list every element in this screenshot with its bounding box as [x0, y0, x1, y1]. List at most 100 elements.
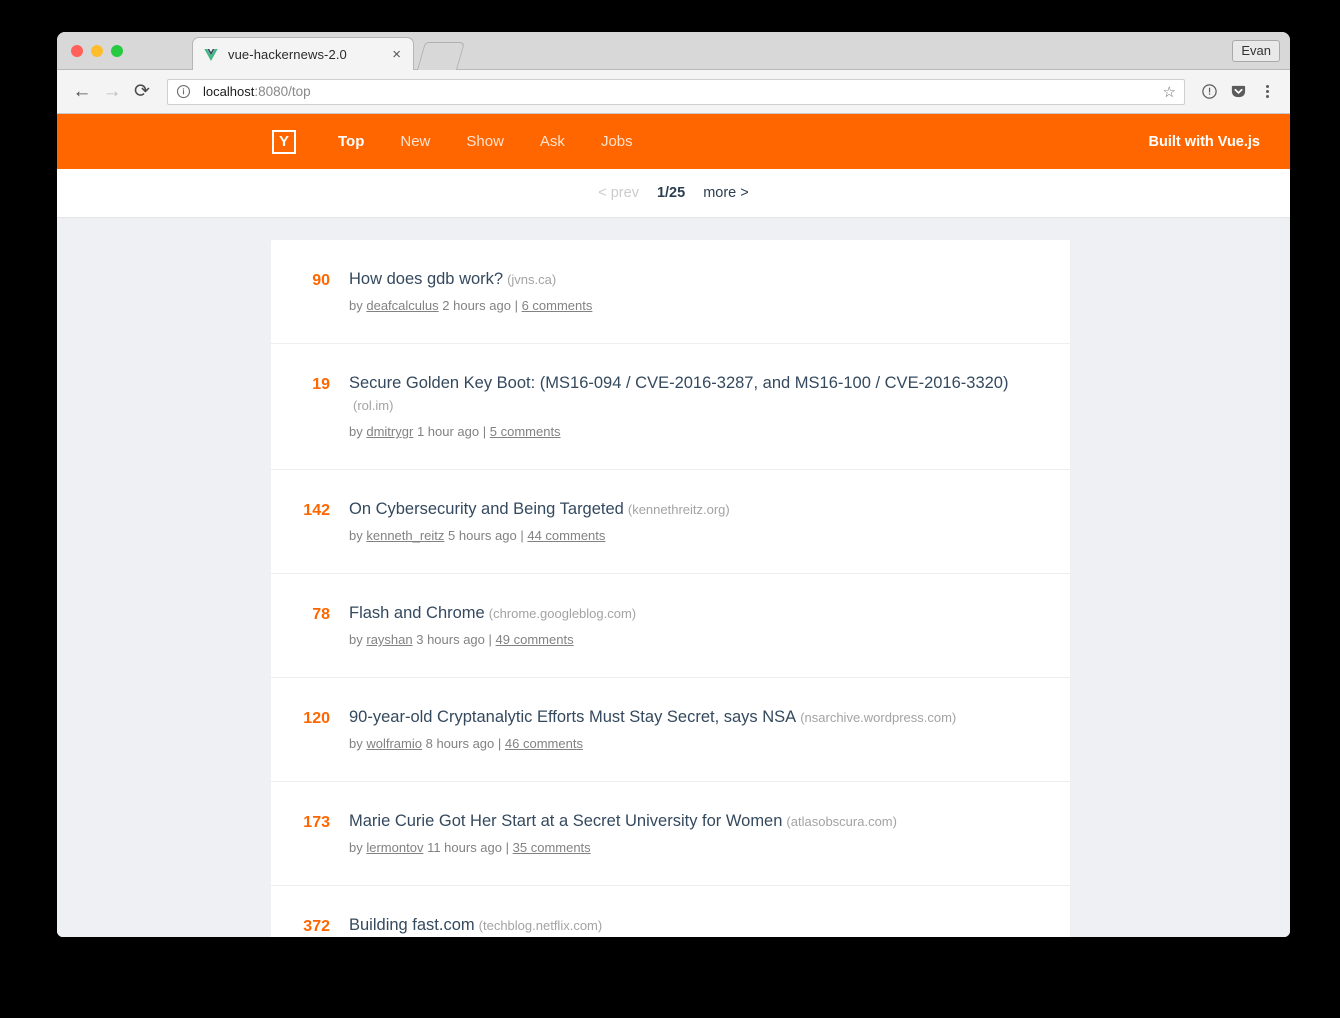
news-item: 372Building fast.com (techblog.netflix.co…	[271, 886, 1070, 937]
site-header: Y Top New Show Ask Jobs Built with Vue.j…	[57, 114, 1290, 169]
news-item-body: Building fast.com(techblog.netflix.com)b…	[349, 914, 1048, 937]
page-viewport: Y Top New Show Ask Jobs Built with Vue.j…	[57, 114, 1290, 937]
news-item-comments-link[interactable]: 35 comments	[513, 840, 591, 855]
address-bar[interactable]: localhost:8080/top ☆	[167, 79, 1185, 105]
news-item-author-link[interactable]: rayshan	[366, 632, 412, 647]
news-item-title-link[interactable]: How does gdb work?	[349, 270, 503, 288]
news-item: 19Secure Golden Key Boot: (MS16-094 / CV…	[271, 344, 1070, 470]
vue-logo-icon	[203, 47, 219, 63]
next-page-link[interactable]: more >	[703, 185, 749, 201]
bookmark-star-icon[interactable]: ☆	[1163, 83, 1176, 101]
news-item-meta-separator: |	[515, 298, 518, 313]
news-item-comments-link[interactable]: 44 comments	[527, 528, 605, 543]
news-item: 12090-year-old Cryptanalytic Efforts Mus…	[271, 678, 1070, 782]
circle-i-icon[interactable]	[1196, 79, 1222, 105]
news-item-host: (jvns.ca)	[507, 272, 556, 287]
news-item-title-row: How does gdb work? (jvns.ca)	[349, 268, 1048, 291]
url-host: localhost	[203, 84, 254, 99]
news-item-time: 5 hours ago	[448, 528, 517, 543]
new-tab-button[interactable]	[417, 42, 465, 70]
back-icon[interactable]: ←	[67, 77, 97, 107]
nav-item-jobs[interactable]: Jobs	[601, 133, 633, 150]
close-window-button[interactable]	[71, 45, 83, 57]
news-item-author-link[interactable]: lermontov	[366, 840, 423, 855]
news-item-meta-separator: |	[520, 528, 523, 543]
maximize-window-button[interactable]	[111, 45, 123, 57]
hn-logo-icon[interactable]: Y	[272, 130, 296, 154]
news-item-by-label: by	[349, 736, 363, 751]
news-item-time: 11 hours ago	[427, 840, 502, 855]
news-item-body: Secure Golden Key Boot: (MS16-094 / CVE-…	[349, 372, 1048, 441]
three-dot-menu-icon[interactable]	[1254, 79, 1280, 105]
news-item: 78Flash and Chrome (chrome.googleblog.com…	[271, 574, 1070, 678]
built-with-label: Built with Vue.js	[1149, 134, 1260, 150]
minimize-window-button[interactable]	[91, 45, 103, 57]
news-item-body: Flash and Chrome (chrome.googleblog.com) b…	[349, 602, 1048, 649]
news-item-score: 90	[271, 268, 349, 292]
profile-button[interactable]: Evan	[1232, 40, 1280, 62]
news-item-by-label: by	[349, 632, 363, 647]
news-item-title-row: Marie Curie Got Her Start at a Secret Un…	[349, 810, 1048, 833]
news-item-meta-separator: |	[498, 736, 501, 751]
news-item-meta: by rayshan 3 hours ago | 49 comments	[349, 630, 1048, 649]
news-item-title-row: 90-year-old Cryptanalytic Efforts Must S…	[349, 706, 1048, 729]
news-item-body: Marie Curie Got Her Start at a Secret Un…	[349, 810, 1048, 857]
browser-window: vue-hackernews-2.0 × ← → ⟳ localhost:808…	[57, 32, 1290, 937]
browser-toolbar: ← → ⟳ localhost:8080/top ☆	[57, 70, 1290, 114]
news-item-host: (chrome.googleblog.com)	[489, 606, 636, 621]
news-item-title-row: Building fast.com (techblog.netflix.com)	[349, 914, 1048, 937]
browser-tab[interactable]: vue-hackernews-2.0 ×	[192, 37, 414, 71]
news-item-comments-link[interactable]: 6 comments	[522, 298, 593, 313]
site-info-icon[interactable]	[176, 84, 191, 99]
browser-tab-title: vue-hackernews-2.0	[228, 47, 388, 62]
nav-item-new[interactable]: New	[400, 133, 430, 150]
news-item-host: (atlasobscura.com)	[786, 814, 897, 829]
news-item-author-link[interactable]: dmitrygr	[366, 424, 413, 439]
news-list: 90How does gdb work? (jvns.ca) by deafcalc…	[271, 240, 1070, 937]
news-item-comments-link[interactable]: 49 comments	[496, 632, 574, 647]
news-item-body: On Cybersecurity and Being Targeted (kenn…	[349, 498, 1048, 545]
news-item-meta: by dmitrygr 1 hour ago | 5 comments	[349, 422, 1048, 441]
nav-item-top[interactable]: Top	[338, 133, 364, 150]
nav-item-ask[interactable]: Ask	[540, 133, 565, 150]
close-tab-icon[interactable]: ×	[388, 47, 405, 62]
nav-item-show[interactable]: Show	[466, 133, 504, 150]
news-item-host: (techblog.netflix.com)	[479, 918, 603, 933]
prev-page-link[interactable]: < prev	[598, 185, 639, 201]
news-item-title-link[interactable]: Marie Curie Got Her Start at a Secret Un…	[349, 812, 782, 830]
news-item-title-link[interactable]: 90-year-old Cryptanalytic Efforts Must S…	[349, 708, 796, 726]
news-item-title-link[interactable]: On Cybersecurity and Being Targeted	[349, 500, 624, 518]
pocket-icon[interactable]	[1225, 79, 1251, 105]
address-bar-url: localhost:8080/top	[199, 84, 311, 99]
news-item-score: 372	[271, 914, 349, 937]
window-traffic-lights	[71, 45, 123, 57]
forward-icon[interactable]: →	[97, 77, 127, 107]
browser-tab-strip: vue-hackernews-2.0 ×	[57, 32, 1290, 70]
news-item-time: 8 hours ago	[426, 736, 495, 751]
news-item-meta: by wolframio 8 hours ago | 46 comments	[349, 734, 1048, 753]
news-item-comments-link[interactable]: 46 comments	[505, 736, 583, 751]
news-item-author-link[interactable]: wolframio	[366, 736, 422, 751]
news-item-title-link[interactable]: Flash and Chrome	[349, 604, 485, 622]
news-item: 142On Cybersecurity and Being Targeted(k…	[271, 470, 1070, 574]
news-item-body: 90-year-old Cryptanalytic Efforts Must S…	[349, 706, 1048, 753]
news-item-host: (kennethreitz.org)	[628, 502, 730, 517]
news-item-author-link[interactable]: kenneth_reitz	[366, 528, 444, 543]
news-item-time: 1 hour ago	[417, 424, 479, 439]
news-item-meta: by deafcalculus 2 hours ago | 6 comments	[349, 296, 1048, 315]
site-nav: Top New Show Ask Jobs	[338, 133, 669, 150]
news-item-score: 173	[271, 810, 349, 834]
reload-icon[interactable]: ⟳	[127, 77, 157, 107]
news-item-score: 19	[271, 372, 349, 396]
news-item-title-link[interactable]: Secure Golden Key Boot: (MS16-094 / CVE-…	[349, 374, 1008, 392]
news-item-comments-link[interactable]: 5 comments	[490, 424, 561, 439]
news-item-meta-separator: |	[506, 840, 509, 855]
news-item-by-label: by	[349, 840, 363, 855]
news-item-author-link[interactable]: deafcalculus	[366, 298, 438, 313]
news-item-time: 3 hours ago	[416, 632, 485, 647]
news-item-title-link[interactable]: Building fast.com	[349, 916, 475, 934]
url-path: :8080/top	[254, 84, 310, 99]
news-item-meta-separator: |	[489, 632, 492, 647]
news-item-score: 78	[271, 602, 349, 626]
news-item: 173Marie Curie Got Her Start at a Secret…	[271, 782, 1070, 886]
